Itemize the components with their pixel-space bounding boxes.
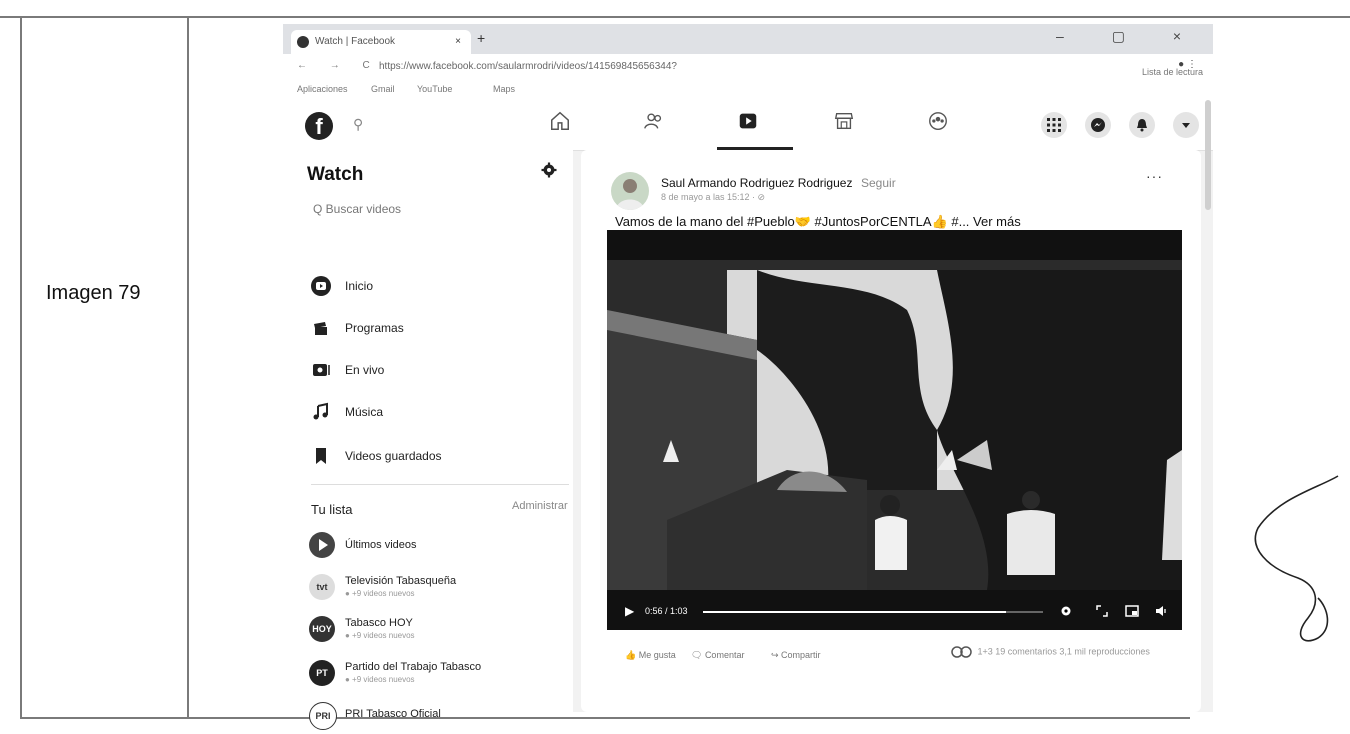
bookmark-youtube[interactable]: YouTube [417, 84, 452, 94]
groups-icon[interactable] [927, 110, 963, 140]
sidebar-item-videos-guardados[interactable]: Videos guardados [311, 446, 442, 466]
friends-icon[interactable] [643, 110, 679, 140]
window-controls[interactable]: – ▢ × [1056, 28, 1203, 45]
bookmarks-bar: Aplicaciones Gmail YouTube Maps Lista de… [283, 67, 1213, 100]
reaction-icons [951, 646, 972, 658]
watch-icon[interactable] [717, 110, 793, 150]
url-field[interactable]: https://www.facebook.com/saularmrodri/vi… [379, 61, 677, 72]
browser-window: Watch | Facebook × + – ▢ × ← → C https:/… [283, 24, 1213, 730]
home-icon[interactable] [549, 110, 585, 140]
post-author[interactable]: Saul Armando Rodriguez Rodriguez [661, 176, 852, 190]
latest-videos-icon [309, 532, 335, 558]
avatar[interactable] [611, 172, 649, 210]
play-icon[interactable]: ▶ [625, 604, 634, 618]
settings-gear-icon[interactable] [541, 162, 557, 178]
facebook-favicon-icon [297, 36, 309, 48]
address-bar: ← → C https://www.facebook.com/saularmro… [283, 54, 1213, 80]
share-button[interactable]: ↪ Compartir [771, 650, 821, 661]
sidebar-item-inicio[interactable]: Inicio [311, 276, 373, 296]
watch-sidebar: Watch Q Buscar videos Inicio Programas E… [283, 150, 573, 730]
bookmark-apps[interactable]: Aplicaciones [297, 84, 348, 94]
notifications-bell-icon[interactable] [1129, 112, 1155, 138]
video-controls: ▶ 0:56 / 1:03 [607, 594, 1182, 630]
avatar: PRI [309, 702, 337, 730]
avatar: HOY [309, 616, 335, 642]
sidebar-item-musica[interactable]: Música [311, 402, 383, 422]
table-left-border [20, 16, 22, 718]
video-progress-bar[interactable] [703, 611, 1043, 613]
more-options-icon[interactable]: ··· [1146, 168, 1163, 184]
sidebar-item-programas[interactable]: Programas [311, 318, 404, 338]
facebook-logo[interactable]: f [305, 112, 333, 140]
page-bottom-border [20, 717, 1190, 719]
bookmark-icon [311, 446, 331, 466]
post-text: Vamos de la mano del #Pueblo🤝 #JuntosPor… [615, 214, 1021, 229]
volume-icon[interactable] [1155, 604, 1169, 618]
avatar: tvt [309, 574, 335, 600]
manage-link[interactable]: Administrar [512, 500, 568, 512]
sidebar-item-en-vivo[interactable]: En vivo [311, 360, 384, 380]
post-stats[interactable]: 1+3 19 comentarios 3,1 mil reproduccione… [951, 646, 1150, 658]
music-note-icon [311, 402, 331, 422]
page-top-border [0, 16, 1350, 18]
browser-tab[interactable]: Watch | Facebook × [291, 30, 471, 54]
video-frame [607, 230, 1182, 630]
avatar: PT [309, 660, 335, 686]
video-time: 0:56 / 1:03 [645, 606, 688, 616]
account-dropdown-icon[interactable] [1173, 112, 1199, 138]
live-icon [311, 360, 331, 380]
your-list-title: Tu lista [311, 502, 353, 517]
video-settings-icon[interactable] [1059, 604, 1073, 618]
page-scrollbar[interactable] [1205, 100, 1211, 210]
video-player[interactable]: ▶ 0:56 / 1:03 [607, 230, 1182, 630]
sidebar-divider [311, 484, 569, 485]
reading-list[interactable]: Lista de lectura [1142, 67, 1203, 77]
watch-play-icon [311, 276, 331, 296]
search-videos-input[interactable]: Q Buscar videos [313, 202, 401, 216]
facebook-top-bar: f ⚲ [283, 100, 1213, 151]
comment-button[interactable]: 🗨 Comentar [691, 650, 744, 661]
tab-title: Watch | Facebook [315, 36, 396, 47]
messenger-icon[interactable] [1085, 112, 1111, 138]
shows-icon [311, 318, 331, 338]
navigation-icons[interactable]: ← → C [297, 60, 380, 71]
marketplace-icon[interactable] [833, 110, 869, 140]
tab-close-icon[interactable]: × [455, 30, 461, 54]
fullscreen-icon[interactable] [1095, 604, 1109, 618]
like-button[interactable]: 👍 Me gusta [625, 650, 676, 661]
tab-bar: Watch | Facebook × + – ▢ × [283, 24, 1213, 54]
post-timestamp[interactable]: 8 de mayo a las 15:12 · ⊘ [661, 192, 765, 203]
image-label: Imagen 79 [46, 282, 141, 304]
search-icon[interactable]: ⚲ [353, 116, 363, 133]
video-post: Saul Armando Rodriguez Rodriguez Seguir … [581, 150, 1201, 712]
menu-grid-icon[interactable] [1041, 112, 1067, 138]
table-column-divider [187, 16, 189, 718]
miniplayer-icon[interactable] [1125, 604, 1139, 618]
watch-title: Watch [307, 164, 364, 185]
bookmark-gmail[interactable]: Gmail [371, 84, 395, 94]
bookmark-maps[interactable]: Maps [493, 84, 515, 94]
new-tab-button[interactable]: + [477, 30, 485, 46]
handwritten-signature [1254, 475, 1339, 642]
follow-link[interactable]: Seguir [861, 176, 896, 190]
